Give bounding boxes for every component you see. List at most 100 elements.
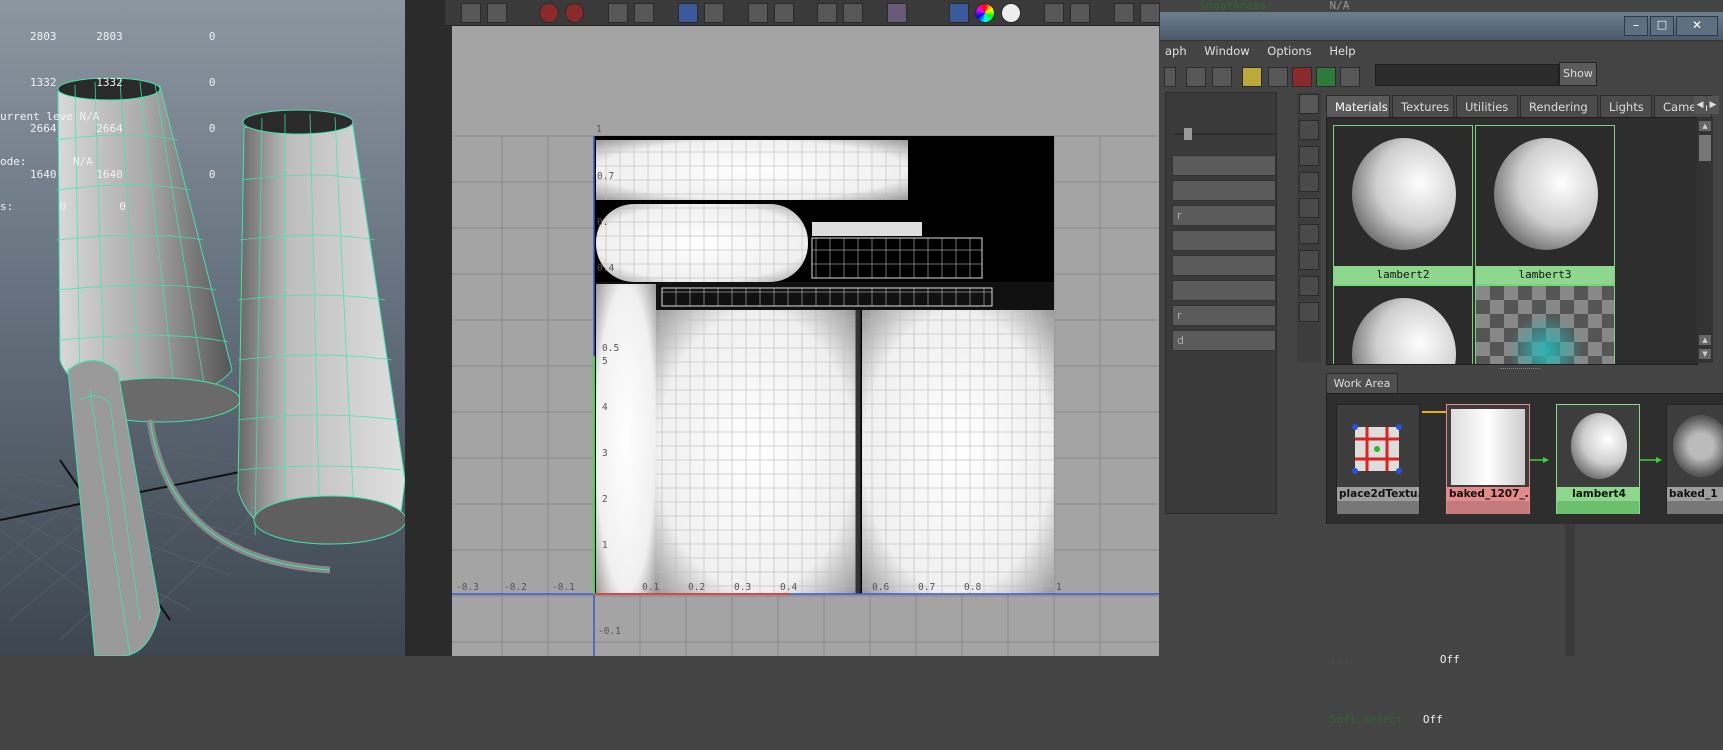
node-baked-texture[interactable]: baked_1207_... (1446, 404, 1530, 514)
texture-filter-icon[interactable] (1044, 2, 1065, 23)
play-icon[interactable] (1212, 67, 1232, 87)
minimize-icon[interactable]: – (1624, 16, 1648, 36)
pin-uv-icon[interactable] (634, 2, 655, 23)
tab-utilities[interactable]: Utilities (1456, 95, 1518, 117)
sphere-preview (1352, 138, 1456, 250)
node-port-bar (1557, 501, 1639, 514)
materials-panel: lambert2 lambert3 (1326, 117, 1698, 365)
node-lambert4[interactable]: lambert4 (1556, 404, 1640, 514)
uv-canvas[interactable]: 1 0.7 0. 0.4 0.5 5 4 3 2 1 -0.1 -0.3 -0.… (452, 26, 1159, 656)
panel-splitter[interactable] (1500, 368, 1540, 373)
input-graph-icon[interactable] (1292, 67, 1312, 87)
search-input[interactable] (1375, 64, 1559, 86)
snapshot-icon[interactable] (843, 2, 864, 23)
layout-icon[interactable] (1242, 67, 1262, 87)
tab-materials[interactable]: Materials (1326, 95, 1390, 117)
panel-button[interactable] (1172, 230, 1276, 251)
v-tick-label: 3 (602, 448, 608, 459)
u-tick-label: -0.3 (456, 582, 479, 593)
shaded-uv-icon[interactable] (948, 2, 969, 23)
tool-icon[interactable] (1299, 172, 1319, 192)
v-tick-label: 2 (602, 494, 608, 505)
rotate-cw-icon[interactable] (564, 2, 585, 23)
material-swatch[interactable] (1333, 285, 1473, 364)
tool-icon[interactable] (1299, 224, 1319, 244)
tool-icon[interactable] (1299, 94, 1319, 114)
align-v-icon[interactable] (773, 2, 794, 23)
list-icon[interactable] (1268, 67, 1288, 87)
uv-select-icon[interactable] (461, 2, 481, 23)
u-tick-label: -0.2 (504, 582, 527, 593)
node-baked-shading[interactable]: baked_1 (1666, 404, 1723, 514)
close-icon[interactable]: ✕ (1676, 16, 1718, 36)
output-graph-icon[interactable] (1340, 67, 1360, 87)
layout-uv-icon[interactable] (703, 2, 724, 23)
io-graph-icon[interactable] (1316, 67, 1336, 87)
scroll-thumb[interactable] (1699, 135, 1711, 161)
checker-sphere-icon[interactable] (1000, 2, 1021, 23)
texture-swatch[interactable] (1475, 285, 1615, 364)
scroll-up-icon[interactable]: ▲ (1699, 335, 1711, 345)
image-display-icon[interactable] (887, 2, 908, 23)
hud-value: 0 (119, 200, 126, 213)
rotate-ccw-icon[interactable] (538, 2, 559, 23)
paste-uv-icon[interactable] (1140, 2, 1160, 23)
u-tick-label: 0.7 (918, 582, 936, 593)
tab-lights[interactable]: Lights (1600, 95, 1652, 117)
maximize-icon[interactable]: □ (1650, 16, 1674, 36)
menu-window[interactable]: Window (1204, 44, 1249, 58)
materials-scrollbar[interactable]: ▲ ▲ ▼ (1697, 117, 1713, 363)
scroll-up-icon[interactable]: ▲ (1699, 121, 1711, 131)
panel-button[interactable] (1172, 155, 1276, 176)
tool-icon[interactable] (1299, 276, 1319, 296)
panel-button[interactable] (1172, 280, 1276, 301)
graph-icon[interactable] (1164, 67, 1176, 87)
tool-icon[interactable] (1299, 302, 1319, 322)
hypershade-titlebar[interactable]: – □ ✕ (1160, 12, 1723, 41)
tool-icon[interactable] (1299, 250, 1319, 270)
panel-button[interactable] (1172, 180, 1276, 201)
align-u-icon[interactable] (747, 2, 768, 23)
tool-icon[interactable] (1299, 120, 1319, 140)
sew-uv-icon[interactable] (678, 2, 698, 23)
status-label: Soft Select (1330, 713, 1403, 726)
u-tick-label: -0.1 (552, 582, 575, 593)
menu-graph[interactable]: aph (1165, 44, 1187, 58)
menu-help[interactable]: Help (1329, 44, 1355, 58)
tool-strip (1297, 92, 1321, 362)
panel-button[interactable]: r (1172, 305, 1276, 326)
stat-value: 0 (208, 30, 216, 43)
grid-uv-icon[interactable] (817, 2, 838, 23)
slider-handle[interactable] (1184, 128, 1192, 140)
tab-scroll-left-icon[interactable]: ◀ (1694, 96, 1706, 114)
material-swatch[interactable]: lambert2 (1333, 125, 1473, 285)
color-wheel-icon[interactable] (974, 2, 995, 23)
tab-textures[interactable]: Textures (1392, 95, 1454, 117)
v-tick-label: 0.5 (602, 343, 620, 354)
sphere-preview (1352, 298, 1456, 364)
tab-scroll-right-icon[interactable]: ▶ (1707, 96, 1719, 114)
status-label: ... (1330, 653, 1350, 666)
show-button[interactable]: Show (1559, 62, 1597, 86)
node-place2dtexture[interactable]: place2dTextu... (1336, 404, 1420, 514)
scroll-down-icon[interactable]: ▼ (1699, 349, 1711, 359)
node-label: place2dTextu... (1337, 487, 1419, 501)
cut-uv-icon[interactable] (608, 2, 629, 23)
forward-icon[interactable] (1186, 67, 1206, 87)
tool-icon[interactable] (1299, 146, 1319, 166)
place2d-icon (1352, 424, 1402, 474)
uv-move-icon[interactable] (486, 2, 507, 23)
node-port-bar (1667, 501, 1723, 514)
panel-button[interactable]: d (1172, 330, 1276, 351)
tool-icon[interactable] (1299, 198, 1319, 218)
tab-rendering[interactable]: Rendering (1520, 95, 1598, 117)
panel-button[interactable]: r (1172, 205, 1276, 226)
material-swatch[interactable]: lambert3 (1475, 125, 1615, 285)
tab-work-area[interactable]: Work Area (1326, 373, 1398, 395)
u-tick-label: 0.1 (642, 582, 660, 593)
panel-button[interactable] (1172, 255, 1276, 276)
checker-icon[interactable] (1070, 2, 1091, 23)
perspective-viewport[interactable]: 2803 2803 0 1332 1332 0 2664 2664 0 1640… (0, 0, 405, 656)
copy-uv-icon[interactable] (1114, 2, 1135, 23)
menu-options[interactable]: Options (1267, 44, 1311, 58)
